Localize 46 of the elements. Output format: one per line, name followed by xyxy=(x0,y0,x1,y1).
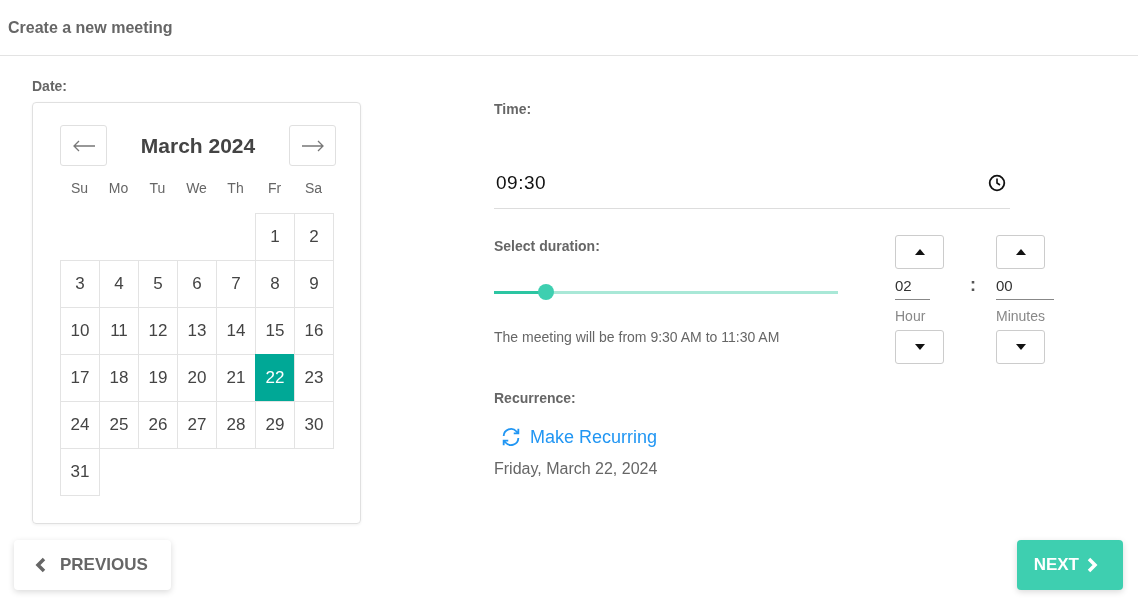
calendar-day[interactable]: 2 xyxy=(294,213,334,261)
weekday-label: Th xyxy=(226,180,245,198)
caret-down-icon xyxy=(1015,344,1026,350)
date-label: Date: xyxy=(32,78,68,94)
spinner-input[interactable]: 00 xyxy=(996,277,1054,300)
caret-down-icon xyxy=(914,344,925,350)
spinner-label: Hour xyxy=(895,308,927,324)
clock-icon xyxy=(988,173,1006,192)
time-input[interactable]: 09:30 xyxy=(494,157,1010,209)
spinner-input[interactable]: 02 xyxy=(895,277,930,300)
previous-button[interactable]: PREVIOUS xyxy=(14,540,171,590)
duration-label: Select duration: xyxy=(494,238,601,254)
spinner-label: Minutes xyxy=(996,308,1047,324)
weekday-label: Fr xyxy=(266,180,283,198)
time-label: Time: xyxy=(494,101,533,117)
weekday-label: Sa xyxy=(303,180,324,198)
slider-thumb[interactable] xyxy=(537,284,554,300)
calendar-day[interactable]: 29 xyxy=(255,401,295,449)
weekday-label: Tu xyxy=(148,180,167,198)
caret-up-icon xyxy=(914,249,925,255)
weekday-label: Mo xyxy=(107,180,130,198)
page-title: Create a new meeting xyxy=(8,18,173,37)
weekday-label: We xyxy=(185,180,208,198)
calendar-day[interactable]: 31 xyxy=(60,448,100,496)
selected-date-text: Friday, March 22, 2024 xyxy=(494,460,659,478)
right-arrow-icon xyxy=(300,139,325,152)
weekday-label: Su xyxy=(69,180,90,198)
chevron-left-icon xyxy=(34,557,46,573)
refresh-icon xyxy=(500,426,522,448)
decrement-button[interactable] xyxy=(996,330,1045,364)
calendar-day[interactable]: 23 xyxy=(294,354,334,402)
calendar-day[interactable]: 30 xyxy=(294,401,334,449)
previous-month-button[interactable] xyxy=(60,125,107,166)
meeting-summary: The meeting will be from 9:30 AM to 11:30 AM xyxy=(494,329,781,345)
month-title: March 2024 xyxy=(140,133,256,158)
recurrence-label: Recurrence: xyxy=(494,390,577,406)
decrement-button[interactable] xyxy=(895,330,944,364)
time-separator: : xyxy=(970,275,976,296)
chevron-right-icon xyxy=(1087,557,1099,573)
increment-button[interactable] xyxy=(895,235,944,269)
calendar-day[interactable]: 1 xyxy=(255,213,295,261)
increment-button[interactable] xyxy=(996,235,1045,269)
next-month-button[interactable] xyxy=(289,125,336,166)
caret-up-icon xyxy=(1015,249,1026,255)
calendar-day[interactable]: 3 xyxy=(60,260,100,308)
left-arrow-icon xyxy=(71,139,96,152)
